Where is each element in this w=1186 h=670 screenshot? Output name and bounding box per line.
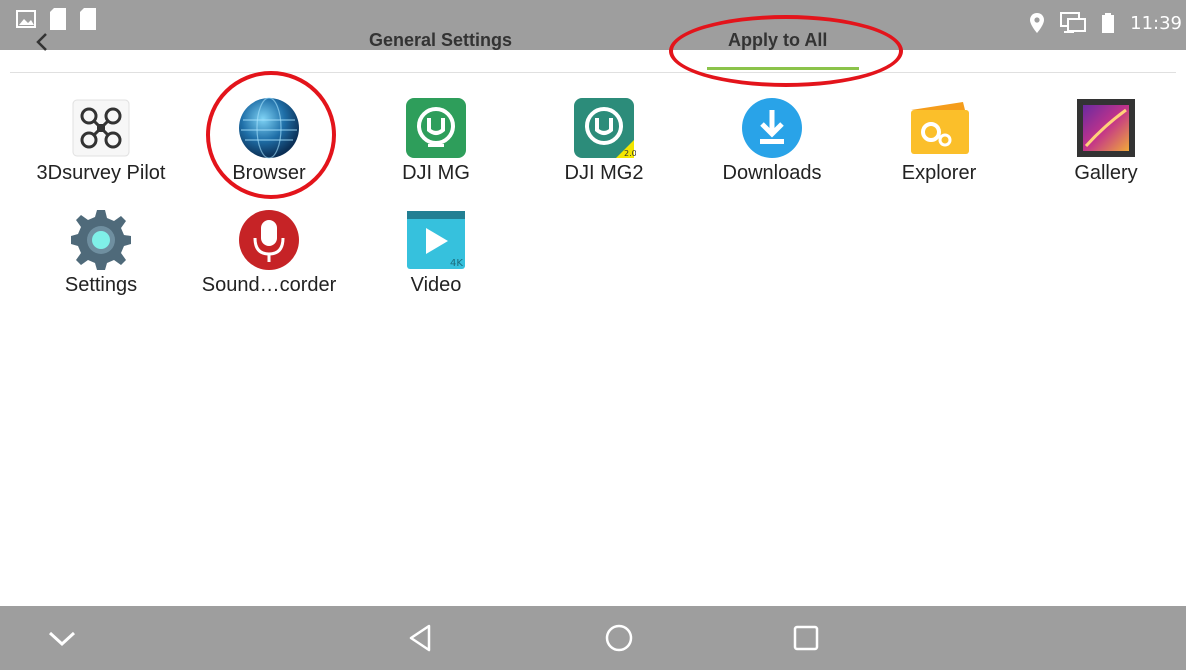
- back-arrow-icon[interactable]: [32, 32, 52, 52]
- download-icon: [742, 98, 802, 158]
- annotation-circle-apply-to-all: [669, 15, 903, 87]
- gear-icon: [71, 210, 131, 270]
- tab-general-settings[interactable]: General Settings: [369, 30, 512, 51]
- app-label: Downloads: [722, 162, 822, 184]
- settings-tabs: General Settings Apply to All: [0, 20, 1186, 74]
- app-label: 3Dsurvey Pilot: [36, 162, 166, 184]
- folder-gear-icon: [911, 102, 969, 154]
- home-icon[interactable]: [601, 620, 637, 656]
- dji-mg-icon: [406, 98, 466, 158]
- app-label: Sound…corder: [201, 274, 337, 296]
- back-icon[interactable]: [403, 620, 439, 656]
- app-label: Gallery: [1074, 162, 1138, 184]
- app-label: Explorer: [901, 162, 977, 184]
- app-label: DJI MG: [402, 162, 470, 184]
- recents-icon[interactable]: [788, 620, 824, 656]
- app-label: Video: [410, 274, 462, 296]
- video-icon: 4K: [407, 211, 465, 269]
- annotation-circle-browser: [206, 71, 336, 199]
- tabs-divider: [10, 72, 1176, 73]
- svg-text:2.0: 2.0: [624, 149, 636, 158]
- gallery-icon: [1077, 99, 1135, 157]
- dji-mg2-icon: 2.0: [574, 98, 636, 158]
- navigation-bar: [0, 606, 1186, 670]
- app-label: Settings: [64, 274, 138, 296]
- svg-text:4K: 4K: [450, 258, 463, 269]
- chevron-down-icon[interactable]: [44, 620, 80, 656]
- drone-icon: [72, 99, 130, 157]
- app-label: DJI MG2: [564, 162, 644, 184]
- microphone-icon: [239, 210, 299, 270]
